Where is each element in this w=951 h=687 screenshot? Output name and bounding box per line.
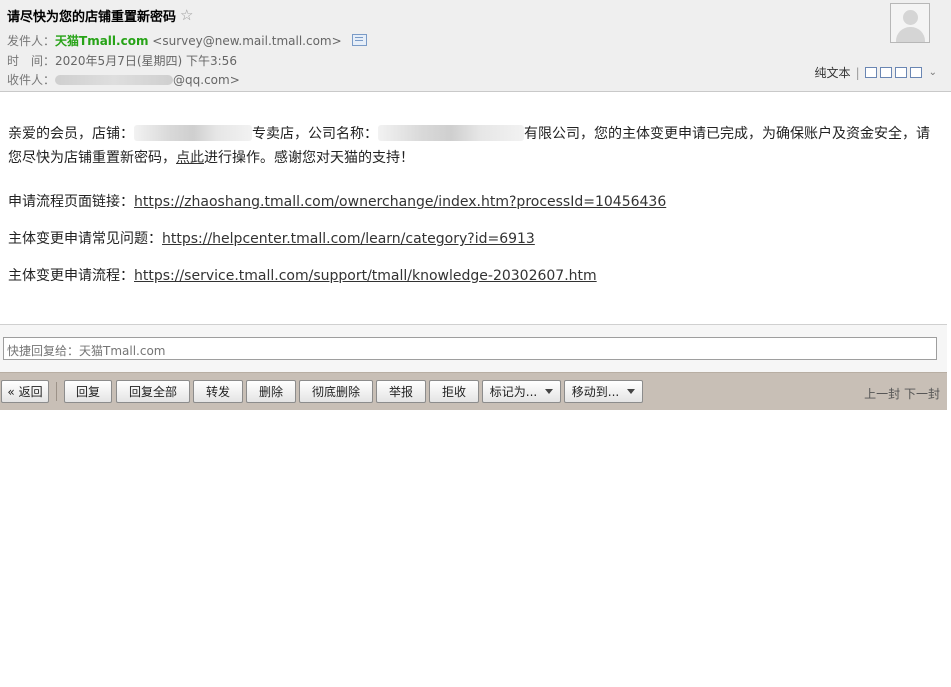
to-label: 收件人： <box>7 73 56 87</box>
to-row: 收件人： @qq.com> <box>7 71 240 88</box>
faq-link-label: 主体变更申请常见问题： <box>8 231 162 247</box>
procedure-link-row: 主体变更申请流程：https://service.tmall.com/suppo… <box>8 264 938 288</box>
greeting-text-4: 进行操作。感谢您对天猫的支持！ <box>204 150 414 166</box>
redacted-shop-name <box>134 125 252 141</box>
time-value: 2020年5月7日(星期四) 下午3:56 <box>55 54 237 68</box>
greeting-text-1: 亲爱的会员，店铺： <box>8 126 134 142</box>
redacted-recipient <box>55 75 174 85</box>
subject-text: 请尽快为您的店铺重置新密码 <box>7 10 177 25</box>
mail-header: 请尽快为您的店铺重置新密码 ☆ 发件人：天猫Tmall.com <survey@… <box>0 0 951 92</box>
forward-button[interactable]: 转发 <box>193 380 243 403</box>
process-page-link[interactable]: https://zhaoshang.tmall.com/ownerchange/… <box>134 194 666 210</box>
delete-permanently-button[interactable]: 彻底删除 <box>299 380 373 403</box>
mail-subject: 请尽快为您的店铺重置新密码 ☆ <box>7 6 193 26</box>
chevron-down-icon[interactable]: ⌄ <box>929 67 937 78</box>
plain-text-link[interactable]: 纯文本 <box>815 64 851 81</box>
next-message-link[interactable]: 下一封 <box>904 387 940 401</box>
mark-as-label: 标记为... <box>489 385 538 399</box>
prev-message-link[interactable]: 上一封 <box>864 387 900 401</box>
recipient-suffix: @qq.com> <box>173 73 240 87</box>
sender-name[interactable]: 天猫Tmall.com <box>55 34 148 48</box>
back-button[interactable]: « 返回 <box>1 380 49 403</box>
faq-link-row: 主体变更申请常见问题：https://helpcenter.tmall.com/… <box>8 227 938 251</box>
from-label: 发件人： <box>7 34 56 48</box>
quick-reply-area <box>0 324 947 372</box>
faq-link[interactable]: https://helpcenter.tmall.com/learn/categ… <box>162 231 535 247</box>
dropdown-arrow-icon <box>627 389 636 394</box>
fullscreen-icon[interactable] <box>879 67 892 78</box>
report-button[interactable]: 举报 <box>376 380 426 403</box>
procedure-link-label: 主体变更申请流程： <box>8 268 134 284</box>
separator: | <box>855 65 860 80</box>
process-link-label: 申请流程页面链接： <box>8 194 134 210</box>
sender-address: <survey@new.mail.tmall.com> <box>152 34 342 48</box>
reply-button[interactable]: 回复 <box>64 380 112 403</box>
time-row: 时 间：2020年5月7日(星期四) 下午3:56 <box>7 52 237 69</box>
reply-all-button[interactable]: 回复全部 <box>116 380 190 403</box>
from-row: 发件人：天猫Tmall.com <survey@new.mail.tmall.c… <box>7 32 367 49</box>
download-icon[interactable] <box>894 67 907 78</box>
new-window-icon[interactable] <box>864 67 877 78</box>
redacted-company-name <box>378 125 524 141</box>
view-tools: 纯文本 | ⌄ <box>815 64 937 81</box>
delete-button[interactable]: 删除 <box>246 380 296 403</box>
mail-body: 亲爱的会员，店铺： 专卖店，公司名称： 有限公司，您的主体变更申请已完成，为确保账户… <box>8 122 938 301</box>
process-link-row: 申请流程页面链接：https://zhaoshang.tmall.com/own… <box>8 190 938 214</box>
mail-toolbar: « 返回 回复 回复全部 转发 删除 彻底删除 举报 拒收 标记为... 移动到… <box>0 372 947 410</box>
dropdown-arrow-icon <box>545 389 554 394</box>
contact-card-icon[interactable] <box>351 34 367 46</box>
body-paragraph: 亲爱的会员，店铺： 专卖店，公司名称： 有限公司，您的主体变更申请已完成，为确保账户… <box>8 122 938 170</box>
time-label: 时 间： <box>7 54 56 68</box>
star-icon[interactable]: ☆ <box>180 8 193 23</box>
quick-reply-input[interactable] <box>3 337 937 360</box>
move-to-dropdown[interactable]: 移动到... <box>564 380 643 403</box>
toolbar-divider <box>56 382 57 401</box>
move-to-label: 移动到... <box>571 385 620 399</box>
avatar <box>890 3 930 43</box>
print-icon[interactable] <box>909 67 922 78</box>
reject-button[interactable]: 拒收 <box>429 380 479 403</box>
greeting-text-2: 专卖店，公司名称： <box>252 126 378 142</box>
mark-as-dropdown[interactable]: 标记为... <box>482 380 561 403</box>
message-nav: 上一封 下一封 <box>864 385 940 402</box>
click-here-link[interactable]: 点此 <box>176 150 204 166</box>
procedure-link[interactable]: https://service.tmall.com/support/tmall/… <box>134 268 597 284</box>
